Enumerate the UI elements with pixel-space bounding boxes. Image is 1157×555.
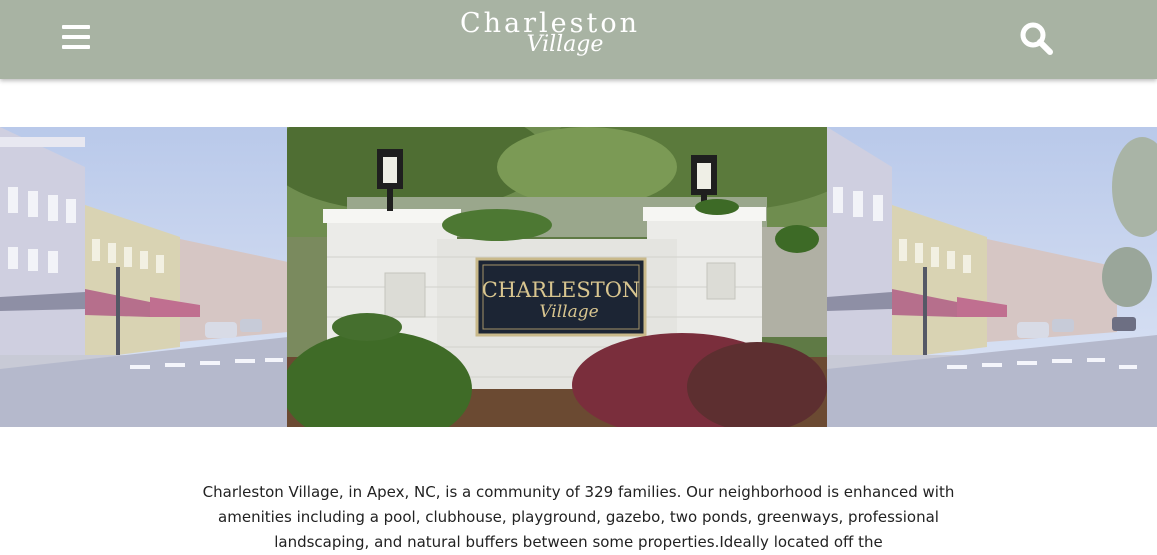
street-scene-right-image (827, 127, 1157, 427)
search-icon[interactable] (1018, 20, 1054, 56)
logo-subtitle: Village (526, 32, 604, 57)
hamburger-menu-icon[interactable] (60, 23, 92, 51)
intro-paragraph: Charleston Village, in Apex, NC, is a co… (202, 483, 955, 551)
entrance-sign-photo: CHARLESTON Village (287, 127, 827, 427)
site-logo[interactable]: Charleston Village (440, 8, 660, 68)
sign-text-main: CHARLESTON (482, 278, 641, 302)
site-header: Charleston Village (0, 0, 1157, 79)
street-scene-left-image (0, 127, 288, 427)
sign-text-sub: Village (539, 302, 598, 322)
hero-banner: CHARLESTON Village (0, 127, 1157, 427)
